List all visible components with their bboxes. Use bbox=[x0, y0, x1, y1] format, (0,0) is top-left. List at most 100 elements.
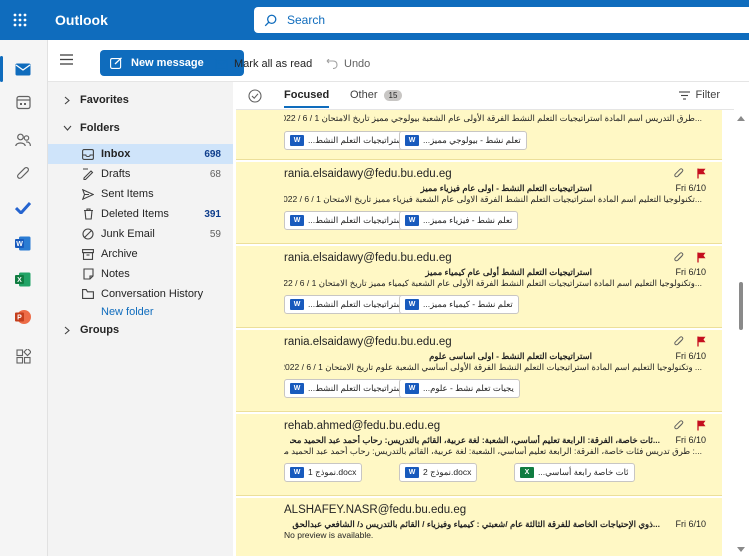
message-sender: rania.elsaidawy@fedu.bu.edu.eg bbox=[284, 252, 452, 264]
message-row[interactable]: rania.elsaidawy@fedu.bu.edu.eg استراتيجي… bbox=[236, 246, 722, 328]
message-row[interactable]: ALSHAFEY.NASR@fedu.bu.edu.eg ...ذوي الإح… bbox=[236, 498, 722, 556]
folder-item-drafts[interactable]: Drafts 68 bbox=[48, 164, 233, 184]
message-preview: ... وتكنولوجيا التعليم اسم المادة استرات… bbox=[284, 362, 702, 372]
app-title[interactable]: Outlook bbox=[55, 12, 108, 28]
mark-all-read-button[interactable]: Mark all as read bbox=[215, 58, 312, 70]
attachment-name: ...يجيات تعلم نشط - علوم bbox=[423, 383, 514, 393]
new-folder-link[interactable]: New folder bbox=[48, 302, 233, 322]
notes-icon bbox=[81, 268, 95, 280]
tab-other[interactable]: Other 15 bbox=[350, 89, 403, 101]
message-preview: ...تكنولوجيا التعليم اسم المادة استراتيج… bbox=[284, 194, 702, 204]
message-row[interactable]: rania.elsaidawy@fedu.bu.edu.eg استراتيجي… bbox=[236, 162, 722, 244]
search-box[interactable]: Search bbox=[254, 7, 749, 33]
compose-icon bbox=[110, 57, 122, 69]
search-placeholder: Search bbox=[287, 13, 326, 27]
message-row[interactable]: rania.elsaidawy@fedu.bu.edu.eg استراتيجي… bbox=[236, 330, 722, 412]
attachment-chip[interactable]: X ...ئات خاصة رابعة أساسي bbox=[514, 463, 635, 482]
folder-label: Notes bbox=[101, 268, 130, 280]
paperclip-icon bbox=[674, 336, 684, 350]
paperclip-icon bbox=[674, 252, 684, 266]
folder-label: Junk Email bbox=[101, 228, 155, 240]
attachment-chip[interactable]: W ...استراتيجيات التعلم النشط bbox=[284, 211, 412, 230]
attachment-chip[interactable]: W نموذج 1.docx bbox=[284, 463, 363, 482]
message-list-scrollbar[interactable] bbox=[734, 110, 749, 556]
folder-label: Inbox bbox=[101, 148, 131, 160]
word-icon[interactable]: W bbox=[12, 232, 34, 254]
folder-item-deleted[interactable]: Deleted Items 391 bbox=[48, 204, 233, 224]
message-date: Fri 6/10 bbox=[675, 183, 706, 193]
mark-all-read-label: Mark all as read bbox=[234, 58, 313, 70]
tab-focused[interactable]: Focused bbox=[284, 89, 330, 108]
flag-icon[interactable] bbox=[697, 336, 706, 350]
message-date: Fri 6/10 bbox=[675, 435, 706, 445]
attachment-name: ...استراتيجيات التعلم النشط bbox=[308, 135, 406, 145]
filter-button[interactable]: Filter bbox=[678, 89, 720, 101]
message-sender: rania.elsaidawy@fedu.bu.edu.eg bbox=[284, 168, 452, 180]
message-sender: rehab.ahmed@fedu.bu.edu.eg bbox=[284, 420, 441, 432]
flag-icon[interactable] bbox=[697, 420, 706, 434]
app-launcher-icon[interactable] bbox=[0, 0, 40, 40]
more-apps-icon[interactable] bbox=[12, 345, 34, 367]
attachment-name: ...تعلم نشط - بيولوجي مميز bbox=[423, 135, 521, 145]
groups-header[interactable]: Groups bbox=[48, 320, 233, 340]
scroll-thumb[interactable] bbox=[739, 282, 743, 330]
message-list-pane: Focused Other 15 Filter ...طرق التدريس اس… bbox=[236, 82, 734, 556]
folders-header[interactable]: Folders bbox=[48, 118, 233, 138]
flag-icon[interactable] bbox=[697, 252, 706, 266]
mail-icon[interactable] bbox=[12, 58, 34, 80]
message-sender: rania.elsaidawy@fedu.bu.edu.eg bbox=[284, 336, 452, 348]
message-row[interactable]: rehab.ahmed@fedu.bu.edu.eg ...ئات خاصة، … bbox=[236, 414, 722, 496]
folder-item-sent[interactable]: Sent Items bbox=[48, 184, 233, 204]
attachment-chip[interactable]: W ...يجيات تعلم نشط - علوم bbox=[399, 379, 520, 398]
attachment-name: ...استراتيجيات التعلم النشط bbox=[308, 383, 406, 393]
folder-label: Archive bbox=[101, 248, 138, 260]
calendar-icon[interactable] bbox=[12, 91, 34, 113]
message-preview: ...طرق التدريس اسم المادة استراتيجيات ال… bbox=[284, 113, 702, 123]
folder-item-inbox[interactable]: Inbox 698 bbox=[48, 144, 233, 164]
excel-icon[interactable]: X bbox=[12, 268, 34, 290]
scroll-down-arrow-icon[interactable] bbox=[737, 547, 745, 552]
folder-label: Drafts bbox=[101, 168, 131, 180]
archive-icon bbox=[81, 248, 95, 260]
attachment-chip[interactable]: W نموذج 2.docx bbox=[399, 463, 478, 482]
attachment-chip[interactable]: W ...استراتيجيات التعلم النشط bbox=[284, 295, 412, 314]
message-date: Fri 6/10 bbox=[675, 519, 706, 529]
attachment-chip[interactable]: W ...تعلم نشط - بيولوجي مميز bbox=[399, 131, 527, 150]
powerpoint-icon[interactable]: P bbox=[12, 306, 34, 328]
select-all-icon[interactable] bbox=[248, 89, 262, 106]
flag-icon[interactable] bbox=[697, 168, 706, 182]
attachment-name: ...تعلم نشط - فيزياء مميز bbox=[423, 215, 513, 225]
groups-label: Groups bbox=[80, 324, 120, 336]
folder-item-conversation-history[interactable]: Conversation History bbox=[48, 284, 233, 304]
undo-button[interactable]: Undo bbox=[326, 58, 370, 70]
draft-count: 68 bbox=[209, 168, 221, 180]
favorites-header[interactable]: Favorites bbox=[48, 90, 233, 110]
message-preview: ...وتكنولوجيا التعليم اسم المادة استراتي… bbox=[284, 278, 702, 288]
message-row[interactable]: ...طرق التدريس اسم المادة استراتيجيات ال… bbox=[236, 110, 722, 160]
word-doc-icon: W bbox=[290, 299, 304, 310]
attachment-name: ...استراتيجيات التعلم النشط bbox=[308, 215, 406, 225]
unread-count: 698 bbox=[204, 148, 221, 160]
envelope-open-icon bbox=[215, 58, 228, 70]
todo-icon[interactable] bbox=[12, 197, 34, 219]
folder-label: Sent Items bbox=[101, 188, 154, 200]
hamburger-menu-icon[interactable] bbox=[60, 54, 73, 68]
message-preview: No preview is available. bbox=[284, 530, 374, 540]
folder-icon bbox=[81, 289, 95, 299]
people-icon[interactable] bbox=[12, 129, 34, 151]
attachment-name: ...استراتيجيات التعلم النشط bbox=[308, 299, 406, 309]
word-doc-icon: W bbox=[290, 383, 304, 394]
attachment-chip[interactable]: W ...استراتيجيات التعلم النشط bbox=[284, 131, 412, 150]
rail-selection-indicator bbox=[0, 56, 3, 82]
top-bar: Outlook Search bbox=[0, 0, 749, 40]
word-doc-icon: W bbox=[405, 383, 419, 394]
word-doc-icon: W bbox=[405, 467, 419, 478]
attachment-chip[interactable]: W ...استراتيجيات التعلم النشط bbox=[284, 379, 412, 398]
paperclip-icon[interactable] bbox=[12, 163, 34, 185]
scroll-up-arrow-icon[interactable] bbox=[737, 116, 745, 121]
folder-item-archive[interactable]: Archive bbox=[48, 244, 233, 264]
attachment-chip[interactable]: W ...تعلم نشط - فيزياء مميز bbox=[399, 211, 519, 230]
attachment-chip[interactable]: W ...تعلم نشط - كيمياء مميز bbox=[399, 295, 519, 314]
folder-item-notes[interactable]: Notes bbox=[48, 264, 233, 284]
folder-item-junk[interactable]: Junk Email 59 bbox=[48, 224, 233, 244]
